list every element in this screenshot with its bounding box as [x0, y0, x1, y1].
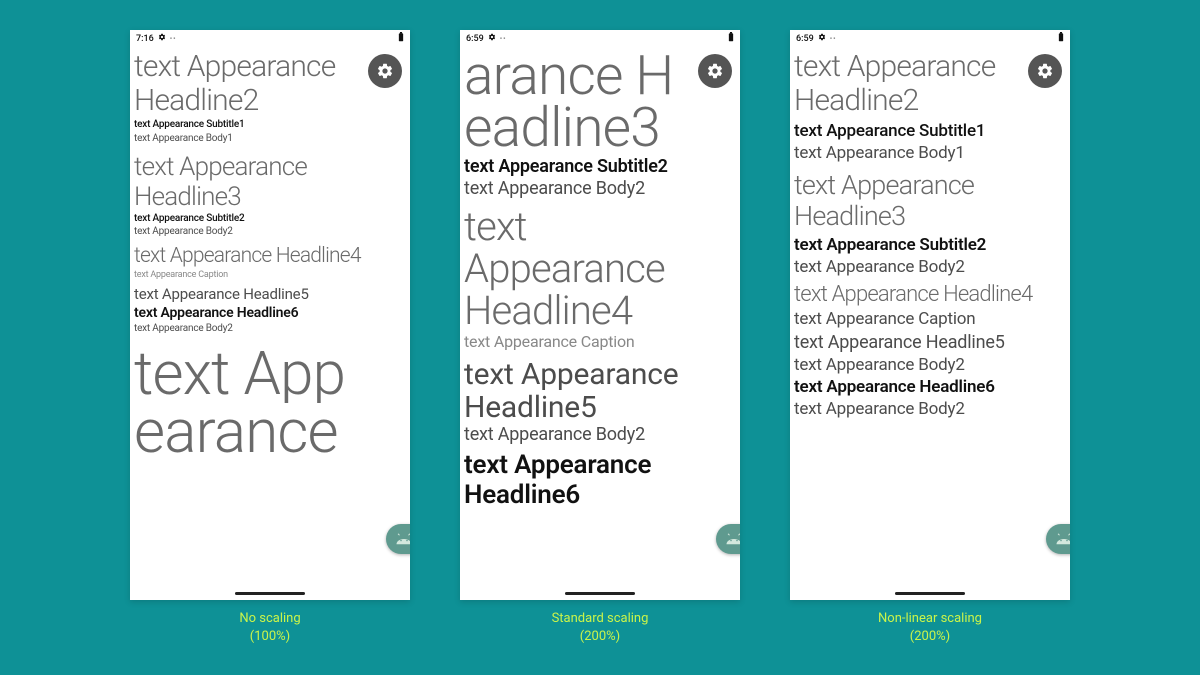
- status-dots: ••: [170, 35, 177, 43]
- status-left: 6:59 ••: [796, 33, 837, 44]
- text-appearance-line: text Appearance Headline5: [464, 358, 736, 424]
- gear-icon: [1036, 62, 1054, 80]
- text-appearance-line: text Appearance Subtitle1: [134, 118, 406, 132]
- status-left: 7:16 ••: [136, 33, 177, 44]
- text-appearance-line: text Appearance Subtitle1: [794, 120, 1066, 142]
- status-time: 7:16: [136, 34, 154, 44]
- android-overlay-button[interactable]: [1046, 524, 1070, 554]
- text-appearance-line: text Appearance Body2: [134, 225, 406, 238]
- text-appearance-line: text Appearance Subtitle2: [134, 212, 406, 225]
- settings-icon: [158, 33, 166, 44]
- settings-icon: [818, 33, 826, 44]
- android-overlay-button[interactable]: [716, 524, 740, 554]
- text-appearance-list: text Appearance Headline2text Appearance…: [130, 48, 410, 461]
- nav-home-indicator[interactable]: [235, 592, 305, 595]
- text-appearance-line: earance: [134, 403, 406, 461]
- settings-button[interactable]: [698, 54, 732, 88]
- text-appearance-line: text Appearance Body1: [794, 142, 1066, 164]
- text-appearance-line: text Appearance Headline6: [794, 376, 1066, 398]
- text-appearance-line: text App: [134, 345, 406, 403]
- status-dots: ••: [500, 35, 507, 43]
- phone-no-scaling: 7:16 •• text Appearance Headline2text Ap…: [130, 30, 410, 600]
- screenshot-column-standard-scaling: 6:59 •• arance Headline3text Appearance …: [460, 30, 740, 645]
- status-bar: 7:16 ••: [130, 30, 410, 48]
- text-appearance-line: text Appearance Body2: [794, 354, 1066, 376]
- text-appearance-line: text Appearance Body2: [134, 322, 406, 335]
- text-appearance-line: text Appearance Body2: [464, 178, 736, 200]
- status-right: [1058, 32, 1064, 45]
- text-appearance-line: text Appearance Headline4: [134, 244, 406, 269]
- text-appearance-line: eadline3: [464, 102, 736, 154]
- text-appearance-line: text Appearance Body2: [464, 424, 736, 446]
- status-time: 6:59: [466, 34, 484, 44]
- text-appearance-line: text Appearance Caption: [464, 332, 736, 352]
- android-overlay-button[interactable]: [386, 524, 410, 554]
- text-appearance-line: text Appearance Headline5: [134, 285, 406, 304]
- nav-home-indicator[interactable]: [565, 592, 635, 595]
- status-bar: 6:59 ••: [460, 30, 740, 48]
- battery-icon: [1058, 32, 1064, 45]
- text-appearance-line: text Appearance Subtitle2: [794, 234, 1066, 256]
- caption-nonlinear-scaling: Non-linear scaling(200%): [878, 610, 982, 645]
- text-appearance-line: text Appearance Caption: [794, 308, 1066, 330]
- android-icon: [1055, 532, 1070, 546]
- battery-icon: [728, 32, 734, 45]
- text-appearance-line: text Appearance Headline2: [794, 50, 1066, 118]
- status-time: 6:59: [796, 34, 814, 44]
- phone-nonlinear-scaling: 6:59 •• text Appearance Headline2text Ap…: [790, 30, 1070, 600]
- text-appearance-line: text Appearance Body1: [134, 132, 406, 146]
- settings-button[interactable]: [1028, 54, 1062, 88]
- text-appearance-line: text Appearance Headline2: [134, 50, 406, 118]
- text-appearance-line: text Appearance Headline4: [794, 282, 1066, 308]
- phone-standard-scaling: 6:59 •• arance Headline3text Appearance …: [460, 30, 740, 600]
- text-appearance-line: text Appearance Headline4: [464, 206, 736, 332]
- gear-icon: [376, 62, 394, 80]
- settings-icon: [488, 33, 496, 44]
- status-left: 6:59 ••: [466, 33, 507, 44]
- status-right: [728, 32, 734, 45]
- gear-icon: [706, 62, 724, 80]
- screenshot-column-no-scaling: 7:16 •• text Appearance Headline2text Ap…: [130, 30, 410, 645]
- android-icon: [395, 532, 410, 546]
- text-appearance-line: text Appearance Headline6: [464, 450, 736, 510]
- text-appearance-line: text Appearance Headline3: [134, 152, 406, 212]
- text-appearance-list: text Appearance Headline2text Appearance…: [790, 48, 1070, 420]
- caption-standard-scaling: Standard scaling(200%): [552, 610, 649, 645]
- text-appearance-list: arance Headline3text Appearance Subtitle…: [460, 48, 740, 510]
- screenshot-column-nonlinear-scaling: 6:59 •• text Appearance Headline2text Ap…: [790, 30, 1070, 645]
- text-appearance-line: arance H: [464, 50, 736, 102]
- status-right: [398, 32, 404, 45]
- battery-icon: [398, 32, 404, 45]
- android-icon: [725, 532, 740, 546]
- nav-home-indicator[interactable]: [895, 592, 965, 595]
- status-bar: 6:59 ••: [790, 30, 1070, 48]
- text-appearance-line: text Appearance Headline3: [794, 170, 1066, 232]
- text-appearance-line: text Appearance Body2: [794, 398, 1066, 420]
- text-appearance-line: text Appearance Body2: [794, 256, 1066, 278]
- status-dots: ••: [830, 35, 837, 43]
- text-appearance-line: text Appearance Subtitle2: [464, 156, 736, 178]
- text-appearance-line: text Appearance Headline5: [794, 332, 1066, 354]
- settings-button[interactable]: [368, 54, 402, 88]
- text-appearance-line: text Appearance Headline6: [134, 304, 406, 322]
- caption-no-scaling: No scaling(100%): [239, 610, 300, 645]
- text-appearance-line: text Appearance Caption: [134, 269, 406, 281]
